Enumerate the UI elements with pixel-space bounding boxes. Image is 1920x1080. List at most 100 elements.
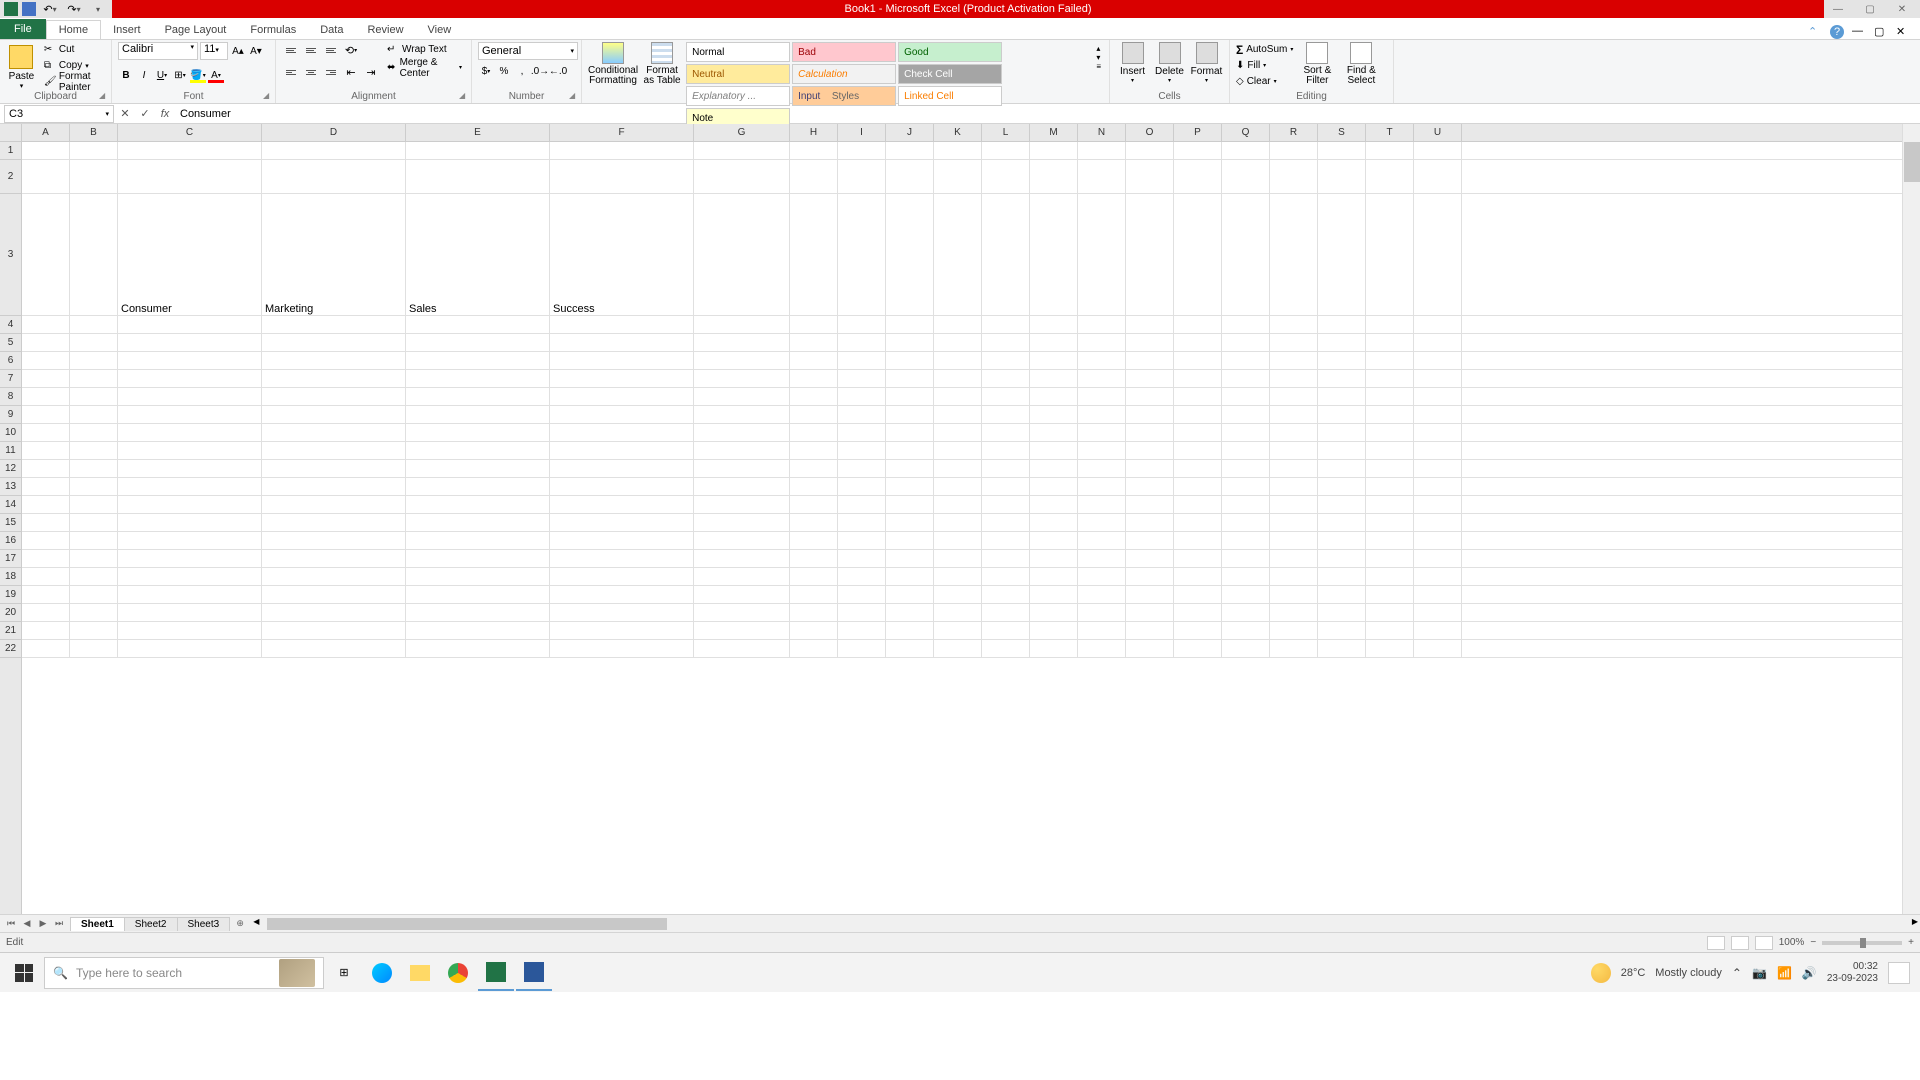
cell-K4[interactable] [934, 316, 982, 333]
cell-P13[interactable] [1174, 478, 1222, 495]
tab-home[interactable]: Home [46, 20, 101, 39]
cell-C22[interactable] [118, 640, 262, 657]
col-header-A[interactable]: A [22, 124, 70, 141]
cell-F4[interactable] [550, 316, 694, 333]
cell-P4[interactable] [1174, 316, 1222, 333]
cell-I6[interactable] [838, 352, 886, 369]
cell-S8[interactable] [1318, 388, 1366, 405]
cell-E20[interactable] [406, 604, 550, 621]
increase-indent-button[interactable]: ⇥ [362, 64, 380, 80]
cell-U16[interactable] [1414, 532, 1462, 549]
cell-H1[interactable] [790, 142, 838, 159]
cell-L7[interactable] [982, 370, 1030, 387]
autosum-button[interactable]: ΣAutoSum▾ [1236, 42, 1293, 57]
cell-B21[interactable] [70, 622, 118, 639]
cell-L18[interactable] [982, 568, 1030, 585]
notifications-button[interactable] [1888, 962, 1910, 984]
undo-button[interactable]: ↶▾ [40, 1, 60, 17]
cell-S6[interactable] [1318, 352, 1366, 369]
cell-I5[interactable] [838, 334, 886, 351]
cell-L15[interactable] [982, 514, 1030, 531]
cell-P12[interactable] [1174, 460, 1222, 477]
cell-H20[interactable] [790, 604, 838, 621]
cell-F12[interactable] [550, 460, 694, 477]
cell-S10[interactable] [1318, 424, 1366, 441]
cell-E22[interactable] [406, 640, 550, 657]
qat-customize[interactable]: ▾ [88, 1, 108, 17]
cell-M5[interactable] [1030, 334, 1078, 351]
cell-D17[interactable] [262, 550, 406, 567]
cell-O17[interactable] [1126, 550, 1174, 567]
cell-A2[interactable] [22, 160, 70, 193]
cell-A3[interactable] [22, 194, 70, 315]
cell-U10[interactable] [1414, 424, 1462, 441]
row-header-9[interactable]: 9 [0, 406, 21, 424]
row-header-12[interactable]: 12 [0, 460, 21, 478]
cell-L2[interactable] [982, 160, 1030, 193]
normal-view-button[interactable] [1707, 936, 1725, 950]
style-normal[interactable]: Normal [686, 42, 790, 62]
cell-M9[interactable] [1030, 406, 1078, 423]
cell-S9[interactable] [1318, 406, 1366, 423]
cell-S12[interactable] [1318, 460, 1366, 477]
fill-color-button[interactable]: 🪣▾ [190, 67, 206, 83]
cell-H13[interactable] [790, 478, 838, 495]
cell-A18[interactable] [22, 568, 70, 585]
cell-S7[interactable] [1318, 370, 1366, 387]
weather-temp[interactable]: 28°C [1621, 967, 1646, 979]
cell-I10[interactable] [838, 424, 886, 441]
cell-Q21[interactable] [1222, 622, 1270, 639]
cell-M20[interactable] [1030, 604, 1078, 621]
cell-C20[interactable] [118, 604, 262, 621]
cell-J12[interactable] [886, 460, 934, 477]
cell-U12[interactable] [1414, 460, 1462, 477]
cell-L9[interactable] [982, 406, 1030, 423]
cell-U14[interactable] [1414, 496, 1462, 513]
cell-E8[interactable] [406, 388, 550, 405]
cell-A7[interactable] [22, 370, 70, 387]
cell-I14[interactable] [838, 496, 886, 513]
cell-H17[interactable] [790, 550, 838, 567]
cell-O3[interactable] [1126, 194, 1174, 315]
cell-O5[interactable] [1126, 334, 1174, 351]
cell-G4[interactable] [694, 316, 790, 333]
cell-F19[interactable] [550, 586, 694, 603]
cell-L5[interactable] [982, 334, 1030, 351]
taskbar-word[interactable] [516, 955, 552, 991]
cell-J16[interactable] [886, 532, 934, 549]
cell-O19[interactable] [1126, 586, 1174, 603]
first-sheet-button[interactable]: ⏮ [4, 917, 18, 931]
cell-K1[interactable] [934, 142, 982, 159]
cell-T6[interactable] [1366, 352, 1414, 369]
cell-L10[interactable] [982, 424, 1030, 441]
cell-K9[interactable] [934, 406, 982, 423]
sheet-tab-1[interactable]: Sheet1 [70, 917, 125, 931]
cell-U4[interactable] [1414, 316, 1462, 333]
cell-K15[interactable] [934, 514, 982, 531]
cell-I8[interactable] [838, 388, 886, 405]
cell-U7[interactable] [1414, 370, 1462, 387]
cell-A12[interactable] [22, 460, 70, 477]
cell-F11[interactable] [550, 442, 694, 459]
cell-R10[interactable] [1270, 424, 1318, 441]
cell-M17[interactable] [1030, 550, 1078, 567]
cell-M7[interactable] [1030, 370, 1078, 387]
underline-button[interactable]: U▾ [154, 67, 170, 83]
cell-Q18[interactable] [1222, 568, 1270, 585]
cell-A14[interactable] [22, 496, 70, 513]
cell-Q1[interactable] [1222, 142, 1270, 159]
cell-D2[interactable] [262, 160, 406, 193]
cell-N9[interactable] [1078, 406, 1126, 423]
cell-P3[interactable] [1174, 194, 1222, 315]
wifi-icon[interactable]: 📶 [1777, 966, 1792, 980]
find-select-button[interactable]: Find & Select [1341, 42, 1381, 86]
cell-U22[interactable] [1414, 640, 1462, 657]
cell-P5[interactable] [1174, 334, 1222, 351]
cell-E7[interactable] [406, 370, 550, 387]
cell-D6[interactable] [262, 352, 406, 369]
cell-R16[interactable] [1270, 532, 1318, 549]
sheet-tab-3[interactable]: Sheet3 [177, 917, 231, 931]
cell-E6[interactable] [406, 352, 550, 369]
cell-H18[interactable] [790, 568, 838, 585]
cell-R11[interactable] [1270, 442, 1318, 459]
